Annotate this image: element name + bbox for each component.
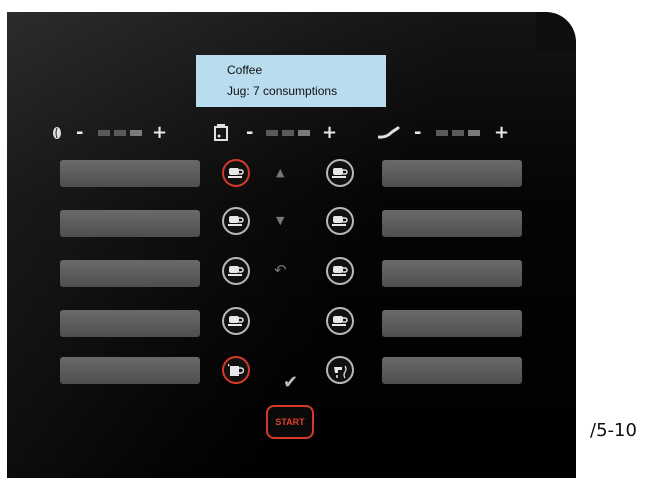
down-arrow-button[interactable]: ▼	[276, 214, 284, 227]
left-cup-button-4[interactable]	[222, 307, 250, 335]
cup-icon	[228, 316, 244, 326]
right-cup-button-1[interactable]	[326, 159, 354, 187]
cup-icon	[332, 316, 348, 326]
bean-strength-control: - +	[52, 124, 172, 144]
left-product-slot-2[interactable]	[60, 210, 200, 237]
side-note: /5-10	[590, 420, 637, 441]
lcd-display: Coffee Jug: 7 consumptions	[196, 55, 386, 107]
up-arrow-button[interactable]: ▲	[276, 166, 284, 179]
start-button[interactable]: START	[266, 405, 314, 439]
level-mark	[130, 130, 142, 136]
cup-icon	[228, 168, 244, 178]
right-product-slot-5[interactable]	[382, 357, 522, 384]
right-cup-button-3[interactable]	[326, 257, 354, 285]
level-mark	[468, 130, 480, 136]
water-plus-button[interactable]: +	[322, 124, 337, 142]
right-product-slot-1[interactable]	[382, 160, 522, 187]
left-product-slot-1[interactable]	[60, 160, 200, 187]
left-product-slot-3[interactable]	[60, 260, 200, 287]
left-cup-button-2[interactable]	[222, 207, 250, 235]
level-mark	[266, 130, 278, 136]
left-cup-button-1[interactable]	[222, 159, 250, 187]
hot-water-icon	[334, 365, 347, 379]
water-minus-button[interactable]: -	[246, 124, 253, 142]
right-product-slot-3[interactable]	[382, 260, 522, 287]
left-product-slot-4[interactable]	[60, 310, 200, 337]
water-tank-icon	[214, 124, 228, 141]
right-product-slot-2[interactable]	[382, 210, 522, 237]
right-cup-button-4[interactable]	[326, 307, 354, 335]
cup-icon	[228, 266, 244, 276]
bean-plus-button[interactable]: +	[152, 124, 167, 142]
right-product-slot-4[interactable]	[382, 310, 522, 337]
cup-icon	[332, 216, 348, 226]
cup-icon	[332, 266, 348, 276]
back-arrow-button[interactable]: ↶	[274, 261, 287, 279]
left-cup-button-3[interactable]	[222, 257, 250, 285]
display-line-1: Coffee	[227, 63, 263, 77]
cup-icon	[228, 216, 244, 226]
jug-button[interactable]	[222, 356, 250, 384]
level-mark	[114, 130, 126, 136]
bean-minus-button[interactable]: -	[76, 124, 83, 142]
level-mark	[298, 130, 310, 136]
cup-icon	[332, 168, 348, 178]
left-product-slot-5[interactable]	[60, 357, 200, 384]
milk-plus-button[interactable]: +	[494, 124, 509, 142]
level-mark	[98, 130, 110, 136]
hot-water-button[interactable]	[326, 356, 354, 384]
right-cup-button-2[interactable]	[326, 207, 354, 235]
milk-spout-icon	[378, 126, 400, 139]
display-line-2: Jug: 7 consumptions	[227, 84, 338, 98]
jug-icon	[228, 363, 244, 376]
confirm-check-icon[interactable]: ✔	[283, 372, 298, 393]
milk-amount-control: - +	[378, 124, 518, 144]
milk-minus-button[interactable]: -	[414, 124, 421, 142]
water-amount-control: - +	[214, 122, 344, 144]
bean-icon	[53, 127, 61, 139]
level-mark	[452, 130, 464, 136]
level-mark	[436, 130, 448, 136]
level-mark	[282, 130, 294, 136]
